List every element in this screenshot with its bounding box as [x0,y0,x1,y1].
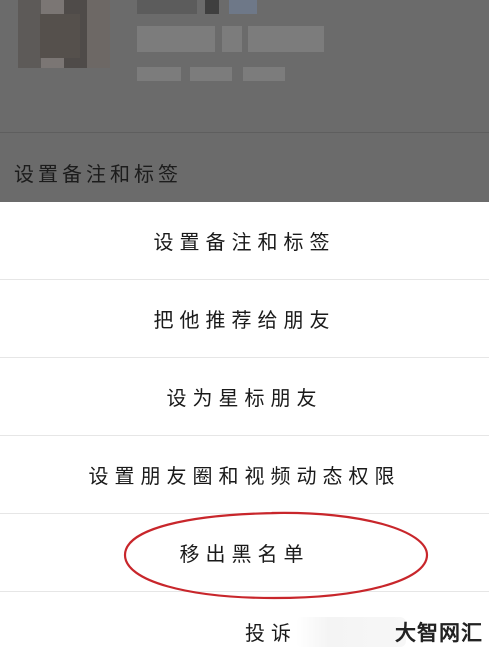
pixelated-info-line [248,26,324,52]
menu-item-remove-from-blacklist[interactable]: 移出黑名单 [0,514,489,592]
pixelated-info-line [137,26,215,52]
avatar [18,0,110,68]
watermark: 大智网汇 [395,621,483,645]
dimmed-overlay[interactable]: 设置备注和标签 [0,0,489,202]
pixelated-region-line [137,67,181,81]
pixelated-region-line [190,67,232,81]
contact-more-menu-screen: 设置备注和标签 设置备注和标签 把他推荐给朋友 设为星标朋友 设置朋友圈和视频动… [0,0,489,655]
privacy-mask [296,617,406,647]
menu-item-moments-permissions[interactable]: 设置朋友圈和视频动态权限 [0,436,489,514]
menu-item-recommend-to-friend[interactable]: 把他推荐给朋友 [0,280,489,358]
pixelated-name-part [229,0,257,14]
pixelated-region-line [243,67,285,81]
action-sheet: 设置备注和标签 把他推荐给朋友 设为星标朋友 设置朋友圈和视频动态权限 移出黑名… [0,202,489,655]
menu-item-set-star-friend[interactable]: 设为星标朋友 [0,358,489,436]
pixelated-info-line [222,26,242,52]
remark-setting-row-label: 设置备注和标签 [14,162,182,186]
pixelated-name-part [205,0,219,14]
menu-item-set-remark-and-tags[interactable]: 设置备注和标签 [0,202,489,280]
divider [0,132,489,133]
pixelated-name [137,0,197,14]
